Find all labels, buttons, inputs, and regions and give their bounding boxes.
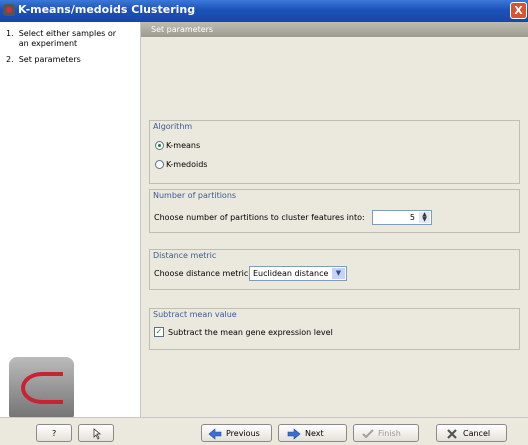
subtract-group: Subtract mean value ✓ Subtract the mean … xyxy=(149,308,520,350)
cancel-button[interactable]: Cancel xyxy=(436,424,507,442)
distance-metric-select[interactable]: Euclidean distance ▼ xyxy=(249,266,347,281)
help-button[interactable]: ? xyxy=(36,424,72,442)
chevron-down-icon[interactable]: ▼ xyxy=(332,268,345,279)
title-bar: K-means/medoids Clustering X xyxy=(0,0,528,22)
app-icon xyxy=(3,4,15,16)
distance-label: Choose distance metric: xyxy=(154,269,251,278)
button-bar: ? Previous Next Finish Cancel xyxy=(0,417,528,445)
wizard-steps-sidebar: 1. Select either samples or an experimen… xyxy=(0,22,140,422)
previous-button[interactable]: Previous xyxy=(201,424,272,442)
finish-label: Finish xyxy=(378,429,401,438)
distance-group: Distance metric Choose distance metric: … xyxy=(149,249,520,290)
distance-group-title: Distance metric xyxy=(153,251,217,260)
checkmark-icon xyxy=(362,429,374,439)
parameters-panel: Set parameters Algorithm K-means K-medoi… xyxy=(141,22,528,417)
partitions-label: Choose number of partitions to cluster f… xyxy=(154,213,365,222)
arrow-left-icon xyxy=(208,428,222,440)
help-button-label: ? xyxy=(52,429,57,438)
next-button[interactable]: Next xyxy=(278,424,347,442)
subtract-mean-label: Subtract the mean gene expression level xyxy=(168,328,333,337)
kmeans-label: K-means xyxy=(166,141,201,150)
algorithm-group-title: Algorithm xyxy=(153,122,193,131)
partitions-group-title: Number of partitions xyxy=(153,191,237,200)
step-2-label: 2. Set parameters xyxy=(6,55,81,64)
cancel-label: Cancel xyxy=(463,429,491,438)
finish-button[interactable]: Finish xyxy=(353,424,419,442)
previous-label: Previous xyxy=(226,429,260,438)
close-button[interactable]: X xyxy=(510,2,527,19)
window-title: K-means/medoids Clustering xyxy=(18,3,196,16)
partitions-group: Number of partitions Choose number of pa… xyxy=(149,189,520,233)
kmedoids-radio[interactable] xyxy=(155,160,164,169)
algorithm-group: Algorithm K-means K-medoids xyxy=(149,120,520,184)
context-help-button[interactable] xyxy=(78,424,114,442)
step-1-label: 1. Select either samples or an experimen… xyxy=(6,29,117,48)
next-label: Next xyxy=(305,429,324,438)
subtract-group-title: Subtract mean value xyxy=(153,310,237,319)
clc-logo xyxy=(9,357,74,422)
distance-metric-value: Euclidean distance xyxy=(253,269,329,278)
logo-swoosh-icon xyxy=(21,372,63,404)
subtract-mean-checkbox[interactable]: ✓ xyxy=(154,327,164,337)
kmedoids-label: K-medoids xyxy=(166,160,208,169)
kmeans-radio[interactable] xyxy=(155,141,164,150)
panel-header: Set parameters xyxy=(141,22,528,37)
pointer-help-icon xyxy=(93,428,102,440)
arrow-right-icon xyxy=(287,428,301,440)
partitions-value: 5 xyxy=(409,213,415,222)
partitions-spinner[interactable]: 5 ▲ ▼ xyxy=(372,210,432,225)
cancel-x-icon xyxy=(447,429,457,439)
spinner-arrows-icon[interactable]: ▲ ▼ xyxy=(419,212,430,223)
